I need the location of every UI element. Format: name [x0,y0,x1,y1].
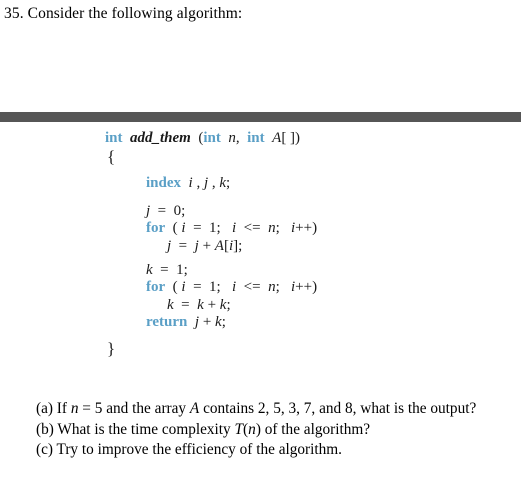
question-a-part-2: = 5 and the array [78,400,190,417]
code-line-for-body-1: j = j + A[i]; [0,238,521,256]
question-b-part-4: ) of the algorithm? [255,420,371,438]
code-spacer [0,193,521,203]
code-token-assign-k-one-0: k [146,261,153,278]
code-token-declaration-5: , [208,175,220,192]
code-token-for-body-2-2: k [197,296,204,313]
code-token-signature-7: , [235,130,248,146]
code-token-for-body-2-1: = [173,296,198,313]
question-b-part-1: T [234,420,244,438]
code-token-for-body-2-0: k [167,296,174,313]
code-token-for-body-2-3: + [203,296,220,313]
code-line-open-brace: { [0,146,521,166]
question-c: (c) Try to improve the efficiency of the… [36,440,514,461]
code-token-open-brace-0: { [107,146,116,166]
code-token-for-body-1-1: = [171,237,195,254]
code-token-signature-6: n [228,130,236,146]
code-token-for-body-1-3: + [198,237,215,254]
code-token-return-statement-5: ; [221,314,226,331]
code-token-for-loop-1-5: <= [236,220,269,237]
code-token-assign-j-zero-1: = 0; [150,202,186,219]
code-token-for-loop-2-7: ; [275,279,291,296]
code-spacer [0,332,521,340]
algorithm-code-block: int add_them (int n, int A[ ]){index i ,… [0,130,521,358]
question-a-part-3: A [189,400,200,417]
code-token-for-loop-2-9: ++) [295,279,318,296]
code-token-signature-11: [ ]) [281,130,301,146]
code-token-close-brace-0: } [107,338,116,358]
code-token-return-statement-0: return [146,314,188,331]
code-line-declaration: index i , j , k; [0,175,521,193]
code-token-declaration-7: ; [226,175,231,192]
code-token-for-loop-2-6: n [268,279,276,296]
code-token-for-loop-1-3: = 1; [185,220,232,237]
code-line-return-statement: return j + k; [0,314,521,332]
page-title: 35. Consider the following algorithm: [4,5,243,22]
code-line-for-body-2: k = k + k; [0,297,521,315]
section-divider-bar [0,112,521,122]
code-token-for-loop-2-0: for [146,279,166,296]
question-a-part-0: (a) If [36,400,71,417]
question-a: (a) If n = 5 and the array A contains 2,… [36,399,514,420]
code-spacer [0,165,521,175]
code-token-for-loop-2-1: ( [165,279,182,296]
code-token-signature-1 [123,130,131,146]
code-token-for-loop-1-7: ; [275,220,291,237]
code-token-declaration-0: index [146,175,182,192]
code-token-signature-4: int [203,130,221,146]
code-token-signature-8: int [247,130,265,146]
code-token-for-loop-1-1: ( [165,220,182,237]
code-token-assign-k-one-1: = 1; [152,261,188,278]
code-line-for-loop-1: for ( i = 1; i <= n; i++) [0,220,521,238]
question-a-part-4: contains 2, 5, 3, 7, and 8, what is the … [199,400,477,417]
code-token-for-loop-2-3: = 1; [185,279,232,296]
code-line-assign-j-zero: j = 0; [0,203,521,221]
code-line-signature: int add_them (int n, int A[ ]) [0,130,521,148]
question-c-part-0: (c) Try to improve the efficiency of the… [36,441,343,459]
question-list: (a) If n = 5 and the array A contains 2,… [36,399,514,461]
code-token-signature-2: add_them [130,130,191,146]
code-token-signature-10: A [272,130,282,146]
code-token-declaration-1 [181,175,189,191]
code-token-for-body-1-4: A [214,237,224,254]
code-token-return-statement-3: + [199,314,216,331]
code-token-return-statement-4: k [215,314,222,331]
code-line-close-brace: } [0,340,521,358]
code-token-for-loop-1-6: n [268,220,276,237]
question-b-part-0: (b) What is the time complexity [36,420,235,438]
code-token-for-loop-2-5: <= [236,279,269,296]
code-token-signature-0: int [105,130,123,146]
code-token-for-body-2-5: ; [226,296,231,313]
code-line-for-loop-2: for ( i = 1; i <= n; i++) [0,279,521,297]
question-b-part-3: n [248,420,256,438]
question-b: (b) What is the time complexity T(n) of … [36,420,514,441]
code-token-return-statement-1 [187,314,195,330]
code-token-signature-3: ( [190,130,204,146]
code-token-for-body-1-7: ]; [233,237,243,254]
code-token-declaration-3: , [192,175,204,192]
code-line-assign-k-one: k = 1; [0,262,521,280]
code-token-for-loop-1-0: for [146,220,166,237]
code-token-for-loop-1-9: ++) [295,220,318,237]
